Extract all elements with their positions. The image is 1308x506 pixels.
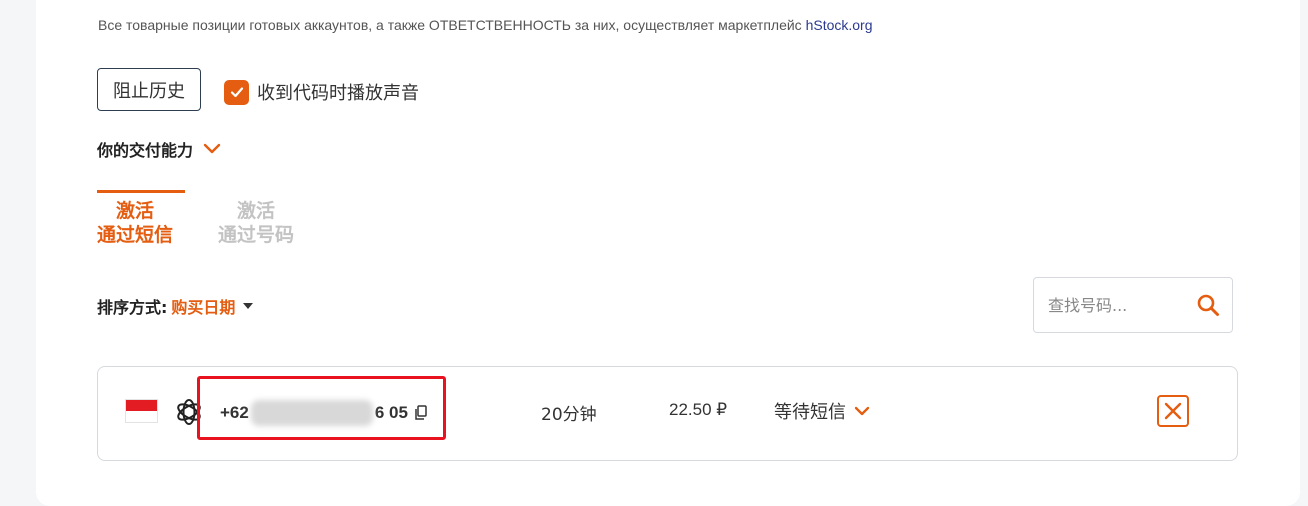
flag-indonesia-icon — [125, 399, 158, 423]
tab-sms-line2: 通过短信 — [97, 224, 174, 246]
sort-control[interactable]: 排序方式: 购买日期 — [97, 294, 254, 318]
status-label: 等待短信 — [774, 402, 846, 423]
search-box[interactable] — [1033, 277, 1233, 333]
sound-checkbox-label[interactable]: 收到代码时播放声音 — [257, 79, 419, 105]
search-input[interactable] — [1046, 294, 1190, 316]
delivery-ability-toggle[interactable]: 你的交付能力 — [97, 137, 221, 161]
caret-down-icon[interactable] — [243, 303, 254, 309]
sort-label: 排序方式: — [97, 298, 168, 317]
chevron-down-icon — [203, 143, 221, 154]
close-icon — [1164, 402, 1182, 420]
cancel-activation-button[interactable] — [1157, 395, 1189, 427]
activation-duration: 20分钟 — [541, 405, 597, 425]
sound-checkbox[interactable] — [224, 79, 249, 105]
sound-checkbox-wrapper[interactable]: 收到代码时播放声音 — [224, 79, 419, 105]
tab-number-line1: 激活 — [237, 200, 276, 222]
activation-status[interactable]: 等待短信 — [774, 398, 870, 424]
hstock-link[interactable]: hStock.org — [806, 17, 873, 33]
tab-number-activation[interactable]: 激活 通过号码 — [218, 190, 294, 247]
chevron-down-icon — [854, 406, 870, 415]
checkmark-icon — [230, 87, 243, 98]
sort-value[interactable]: 购买日期 — [171, 294, 235, 318]
tab-number-line2: 通过号码 — [218, 224, 295, 246]
marketplace-disclaimer: Все товарные позиции готовых аккаунтов, … — [98, 17, 873, 33]
block-history-button[interactable]: 阻止历史 — [97, 68, 201, 111]
phone-highlight-box — [197, 376, 446, 440]
tab-sms-line1: 激活 — [116, 200, 155, 222]
search-icon[interactable] — [1196, 293, 1220, 317]
delivery-ability-label: 你的交付能力 — [97, 141, 194, 160]
activation-price: 22.50 ₽ — [669, 400, 728, 419]
disclaimer-text: Все товарные позиции готовых аккаунтов, … — [98, 17, 806, 33]
tab-sms-activation[interactable]: 激活 通过短信 — [97, 190, 173, 247]
